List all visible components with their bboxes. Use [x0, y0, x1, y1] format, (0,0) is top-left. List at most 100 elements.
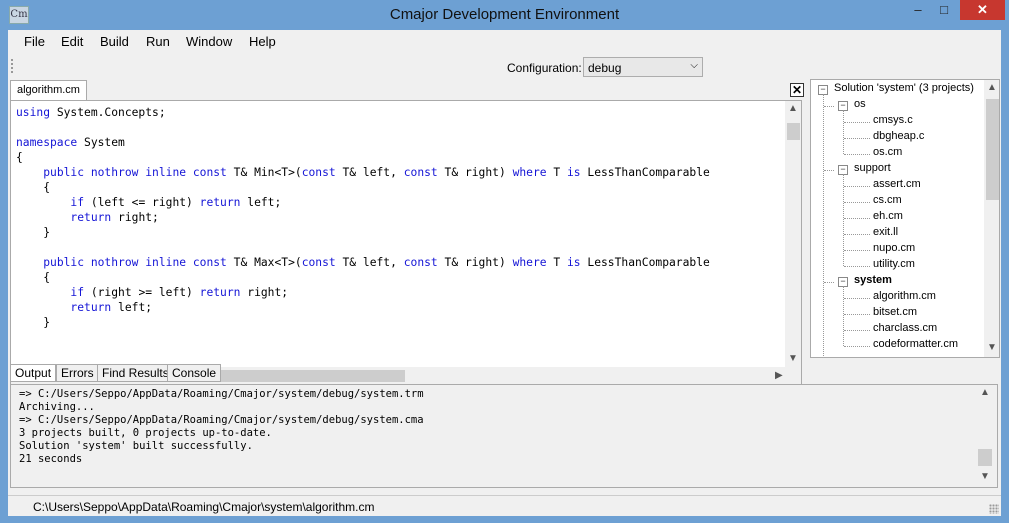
- window-title: Cmajor Development Environment: [389, 6, 620, 23]
- menu-window[interactable]: Window: [186, 34, 232, 49]
- output-panel[interactable]: => C:/Users/Seppo/AppData/Roaming/Cmajor…: [10, 384, 998, 488]
- output-vertical-scroll-thumb[interactable]: [978, 449, 992, 466]
- menu-help[interactable]: Help: [249, 34, 276, 49]
- editor-vertical-scroll-thumb[interactable]: [787, 123, 800, 140]
- title-bar[interactable]: Cm Cmajor Development Environment – □ ✕: [0, 0, 1009, 30]
- code-token: T: [546, 256, 567, 269]
- tree-connector: [844, 298, 870, 299]
- code-keyword: return: [199, 286, 241, 299]
- code-token: (right >= left): [84, 286, 200, 299]
- code-line[interactable]: }: [16, 225, 710, 240]
- code-token: }: [16, 226, 51, 239]
- code-line[interactable]: return right;: [16, 210, 710, 225]
- tree-node-file[interactable]: eh.cm: [873, 210, 903, 222]
- tree-vertical-scroll-thumb[interactable]: [986, 99, 999, 200]
- output-line: Archiving...: [19, 401, 95, 413]
- code-token: T& left,: [335, 256, 404, 269]
- code-keyword: return: [199, 196, 241, 209]
- code-line[interactable]: namespace System: [16, 135, 710, 150]
- minimize-button[interactable]: –: [905, 0, 931, 20]
- tree-connector: [844, 346, 870, 347]
- tree-node-solution[interactable]: Solution 'system' (3 projects): [834, 82, 974, 94]
- solution-explorer: − Solution 'system' (3 projects) − os cmsys.…: [810, 79, 1000, 358]
- scroll-up-arrow-icon[interactable]: ▲: [788, 103, 798, 114]
- code-text[interactable]: using System.Concepts; namespace System{ …: [16, 105, 710, 330]
- code-line[interactable]: }: [16, 315, 710, 330]
- code-line[interactable]: {: [16, 150, 710, 165]
- menu-file[interactable]: File: [24, 34, 45, 49]
- code-keyword: where: [512, 256, 547, 269]
- code-keyword: namespace: [16, 136, 78, 149]
- tree-node-project[interactable]: system: [854, 274, 892, 286]
- tree-node-file[interactable]: cs.cm: [873, 194, 902, 206]
- code-line[interactable]: if (right >= left) return right;: [16, 285, 710, 300]
- tab-find-results[interactable]: Find Results: [97, 364, 174, 382]
- code-keyword: if: [70, 196, 85, 209]
- code-line[interactable]: [16, 240, 710, 255]
- code-line[interactable]: return left;: [16, 300, 710, 315]
- menu-edit[interactable]: Edit: [61, 34, 83, 49]
- code-line[interactable]: using System.Concepts;: [16, 105, 710, 120]
- scroll-down-arrow-icon[interactable]: ▼: [980, 471, 990, 482]
- tab-output[interactable]: Output: [10, 364, 57, 382]
- tree-node-project[interactable]: os: [854, 98, 866, 110]
- output-text[interactable]: => C:/Users/Seppo/AppData/Roaming/Cmajor…: [19, 388, 424, 466]
- tree-node-file[interactable]: codeformatter.cm: [873, 338, 958, 350]
- configuration-select[interactable]: debug ⌵: [583, 57, 703, 77]
- tab-errors[interactable]: Errors: [56, 364, 99, 382]
- tab-algorithm-cm[interactable]: algorithm.cm: [10, 80, 87, 100]
- client-area: File Edit Build Run Window Help Configur…: [8, 30, 1001, 516]
- tree-node-file[interactable]: algorithm.cm: [873, 290, 936, 302]
- code-line[interactable]: public nothrow inline const T& Min<T>(co…: [16, 165, 710, 180]
- menu-build[interactable]: Build: [100, 34, 129, 49]
- tree-node-file[interactable]: utility.cm: [873, 258, 915, 270]
- tree-node-file[interactable]: exit.ll: [873, 226, 898, 238]
- tree-node-file[interactable]: dbgheap.c: [873, 130, 924, 142]
- toolbar-grip[interactable]: [11, 59, 13, 75]
- code-keyword: public nothrow inline const: [43, 256, 227, 269]
- code-token: {: [16, 181, 51, 194]
- scroll-up-arrow-icon[interactable]: ▲: [987, 82, 997, 93]
- close-tab-button[interactable]: ✕: [790, 83, 804, 97]
- status-bar: C:\Users\Seppo\AppData\Roaming\Cmajor\sy…: [8, 495, 1001, 517]
- tree-connector: [843, 174, 844, 266]
- tree-node-file[interactable]: assert.cm: [873, 178, 921, 190]
- tree-connector: [844, 122, 870, 123]
- code-keyword: where: [512, 166, 547, 179]
- tree-node-file[interactable]: cmsys.c: [873, 114, 913, 126]
- maximize-button[interactable]: □: [931, 0, 957, 20]
- code-token: T& Max<T>(: [226, 256, 302, 269]
- code-line[interactable]: [16, 120, 710, 135]
- tab-console[interactable]: Console: [167, 364, 222, 382]
- output-vertical-scrollbar[interactable]: ▲ ▼: [977, 385, 993, 487]
- tree-node-file[interactable]: nupo.cm: [873, 242, 915, 254]
- code-line[interactable]: {: [16, 270, 710, 285]
- tree-connector: [843, 286, 844, 346]
- code-token: LessThanComparable: [580, 256, 710, 269]
- code-line[interactable]: {: [16, 180, 710, 195]
- tree-node-file[interactable]: charclass.cm: [873, 322, 937, 334]
- scroll-down-arrow-icon[interactable]: ▼: [987, 342, 997, 353]
- tree-node-file[interactable]: bitset.cm: [873, 306, 917, 318]
- close-window-button[interactable]: ✕: [960, 0, 1005, 20]
- menu-run[interactable]: Run: [146, 34, 170, 49]
- editor-pane: algorithm.cm ✕ using System.Concepts; nam…: [8, 80, 808, 386]
- tree-connector: [844, 314, 870, 315]
- code-line[interactable]: public nothrow inline const T& Max<T>(co…: [16, 255, 710, 270]
- tree-vertical-scrollbar[interactable]: ▲ ▼: [984, 80, 999, 357]
- code-editor[interactable]: using System.Concepts; namespace System{ …: [10, 100, 802, 386]
- scroll-down-arrow-icon[interactable]: ▼: [788, 353, 798, 364]
- tree-connector: [844, 266, 870, 267]
- tree-node-project[interactable]: support: [854, 162, 891, 174]
- code-token: LessThanComparable: [580, 166, 710, 179]
- scroll-up-arrow-icon[interactable]: ▲: [980, 387, 990, 398]
- tree-connector: [844, 202, 870, 203]
- tree-node-file[interactable]: os.cm: [873, 146, 902, 158]
- code-keyword: is: [566, 256, 581, 269]
- resize-grip-icon[interactable]: [989, 504, 999, 514]
- code-line[interactable]: if (left <= right) return left;: [16, 195, 710, 210]
- editor-vertical-scrollbar[interactable]: ▲ ▼: [785, 101, 801, 367]
